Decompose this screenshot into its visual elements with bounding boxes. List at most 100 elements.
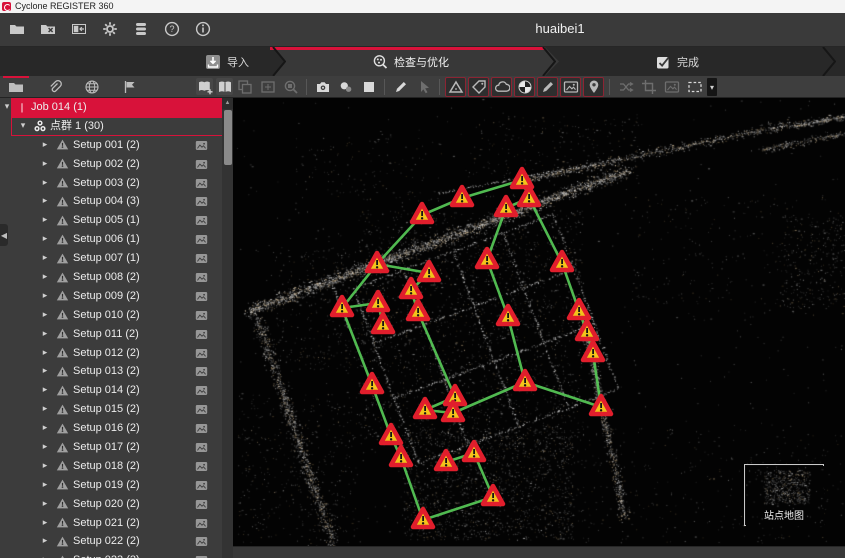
expand-arrow-icon[interactable]: ▸ bbox=[40, 517, 50, 528]
pano-image-icon[interactable] bbox=[195, 347, 208, 363]
show-labels-button[interactable] bbox=[468, 77, 489, 97]
setup-marker[interactable] bbox=[329, 294, 355, 318]
tree-row-setup[interactable]: ▸ Setup 001 (2) bbox=[0, 136, 222, 155]
marquee-select-button[interactable] bbox=[684, 77, 705, 97]
pano-image-icon[interactable] bbox=[195, 441, 208, 457]
setup-marker[interactable] bbox=[370, 311, 396, 335]
tree-row-setup[interactable]: ▸ Setup 008 (2) bbox=[0, 268, 222, 287]
expand-arrow-icon[interactable]: ▸ bbox=[40, 441, 50, 452]
collapse-arrow-icon[interactable]: ▾ bbox=[18, 120, 28, 131]
tree-row-setup[interactable]: ▸ Setup 020 (2) bbox=[0, 495, 222, 514]
tree-row-setup[interactable]: ▸ Setup 002 (2) bbox=[0, 155, 222, 174]
tree-row-setup[interactable]: ▸ Setup 021 (2) bbox=[0, 514, 222, 533]
setup-marker[interactable] bbox=[440, 399, 466, 423]
pano-image-icon[interactable] bbox=[195, 535, 208, 551]
tree-row-setup[interactable]: ▸ Setup 016 (2) bbox=[0, 419, 222, 438]
setup-marker[interactable] bbox=[474, 246, 500, 270]
tree-row-setup[interactable]: ▸ Setup 018 (2) bbox=[0, 457, 222, 476]
pano-image-icon[interactable] bbox=[195, 252, 208, 268]
marquee-select-dropdown-caret[interactable]: ▾ bbox=[707, 78, 717, 96]
expand-arrow-icon[interactable]: ▸ bbox=[40, 422, 50, 433]
pano-image-icon[interactable] bbox=[195, 460, 208, 476]
expand-arrow-icon[interactable]: ▸ bbox=[40, 195, 50, 206]
tree-row-setup[interactable]: ▸ Setup 019 (2) bbox=[0, 476, 222, 495]
add-bundle-button[interactable] bbox=[196, 78, 213, 95]
setup-marker[interactable] bbox=[580, 339, 606, 363]
expand-arrow-icon[interactable]: ▸ bbox=[40, 271, 50, 282]
show-clouds-button[interactable] bbox=[491, 77, 512, 97]
pano-image-icon[interactable] bbox=[195, 479, 208, 495]
scrollbar-thumb[interactable] bbox=[224, 110, 232, 165]
show-measurements-button[interactable] bbox=[537, 77, 558, 97]
expand-arrow-icon[interactable]: ▸ bbox=[40, 290, 50, 301]
expand-arrow-icon[interactable]: ▸ bbox=[40, 384, 50, 395]
stop-button[interactable] bbox=[358, 77, 379, 97]
sidebar-collapse-handle[interactable]: ◀ bbox=[0, 224, 8, 246]
render-quality-button[interactable] bbox=[335, 77, 356, 97]
setup-marker[interactable] bbox=[549, 249, 575, 273]
collapse-arrow-icon[interactable]: ▾ bbox=[2, 101, 12, 112]
expand-arrow-icon[interactable]: ▸ bbox=[40, 460, 50, 471]
tree-row-setup[interactable]: ▸ Setup 013 (2) bbox=[0, 362, 222, 381]
tree-row-setup[interactable]: ▸ Setup 022 (2) bbox=[0, 532, 222, 551]
tree-row-setup[interactable]: ▸ Setup 011 (2) bbox=[0, 325, 222, 344]
scroll-up-button[interactable]: ▲ bbox=[222, 98, 233, 109]
tree-row-setup[interactable]: ▸ Setup 012 (2) bbox=[0, 344, 222, 363]
pano-image-icon[interactable] bbox=[195, 177, 208, 193]
show-gps-button[interactable] bbox=[583, 77, 604, 97]
site-map-inset[interactable]: 站点地图 bbox=[744, 464, 824, 526]
setup-marker[interactable] bbox=[364, 250, 390, 274]
pano-image-icon[interactable] bbox=[195, 365, 208, 381]
tree-row-job[interactable]: ▾Job 014 (1) bbox=[0, 98, 222, 117]
tree-row-setup[interactable]: ▸ Setup 010 (2) bbox=[0, 306, 222, 325]
fit-view-button[interactable] bbox=[257, 77, 278, 97]
pano-image-icon[interactable] bbox=[195, 309, 208, 325]
pano-image-icon[interactable] bbox=[195, 290, 208, 306]
expand-arrow-icon[interactable]: ▸ bbox=[40, 554, 50, 558]
auto-cloud-links-button[interactable] bbox=[615, 77, 636, 97]
sidebar-scrollbar[interactable]: ▲ bbox=[222, 98, 233, 558]
show-setups-button[interactable] bbox=[445, 77, 466, 97]
pano-image-icon[interactable] bbox=[195, 554, 208, 558]
map-viewport[interactable]: 站点地图 bbox=[233, 98, 845, 546]
expand-arrow-icon[interactable]: ▸ bbox=[40, 347, 50, 358]
pano-image-icon[interactable] bbox=[195, 233, 208, 249]
pano-image-icon[interactable] bbox=[195, 158, 208, 174]
expand-arrow-icon[interactable]: ▸ bbox=[40, 214, 50, 225]
expand-arrow-icon[interactable]: ▸ bbox=[40, 177, 50, 188]
pano-image-icon[interactable] bbox=[195, 498, 208, 514]
sidebar-tab-attachments[interactable] bbox=[42, 76, 66, 98]
setup-marker[interactable] bbox=[480, 483, 506, 507]
expand-arrow-icon[interactable]: ▸ bbox=[40, 328, 50, 339]
expand-arrow-icon[interactable]: ▸ bbox=[40, 233, 50, 244]
setup-marker[interactable] bbox=[516, 184, 542, 208]
pick-button[interactable] bbox=[413, 77, 434, 97]
pano-image-icon[interactable] bbox=[195, 517, 208, 533]
tree-row-setup[interactable]: ▸ Setup 023 (2) bbox=[0, 551, 222, 558]
tree-row-setup[interactable]: ▸ Setup 014 (2) bbox=[0, 381, 222, 400]
show-images-button[interactable] bbox=[560, 77, 581, 97]
expand-arrow-icon[interactable]: ▸ bbox=[40, 535, 50, 546]
settings-button[interactable] bbox=[99, 17, 121, 41]
open-project-button[interactable] bbox=[6, 17, 28, 41]
setup-marker[interactable] bbox=[433, 448, 459, 472]
setup-marker[interactable] bbox=[495, 303, 521, 327]
setup-marker[interactable] bbox=[409, 201, 435, 225]
setup-marker[interactable] bbox=[365, 289, 391, 313]
tree-row-bundle[interactable]: ▾点群 1 (30) bbox=[0, 117, 222, 136]
workflow-tab-finalize[interactable]: 完成 bbox=[655, 47, 699, 76]
setup-marker[interactable] bbox=[378, 422, 404, 446]
expand-arrow-icon[interactable]: ▸ bbox=[40, 309, 50, 320]
setup-marker[interactable] bbox=[410, 506, 436, 530]
tree-row-setup[interactable]: ▸ Setup 009 (2) bbox=[0, 287, 222, 306]
screenshot-button[interactable] bbox=[312, 77, 333, 97]
workflow-tab-review[interactable]: 检查与优化 bbox=[372, 47, 449, 76]
import-data-button[interactable] bbox=[68, 17, 90, 41]
pano-image-icon[interactable] bbox=[195, 403, 208, 419]
sidebar-tab-web-services[interactable] bbox=[80, 76, 104, 98]
setup-marker[interactable] bbox=[398, 276, 424, 300]
bundle-options-button[interactable] bbox=[216, 78, 233, 95]
setup-marker[interactable] bbox=[493, 194, 519, 218]
pano-image-icon[interactable] bbox=[195, 422, 208, 438]
tree-row-setup[interactable]: ▸ Setup 017 (2) bbox=[0, 438, 222, 457]
